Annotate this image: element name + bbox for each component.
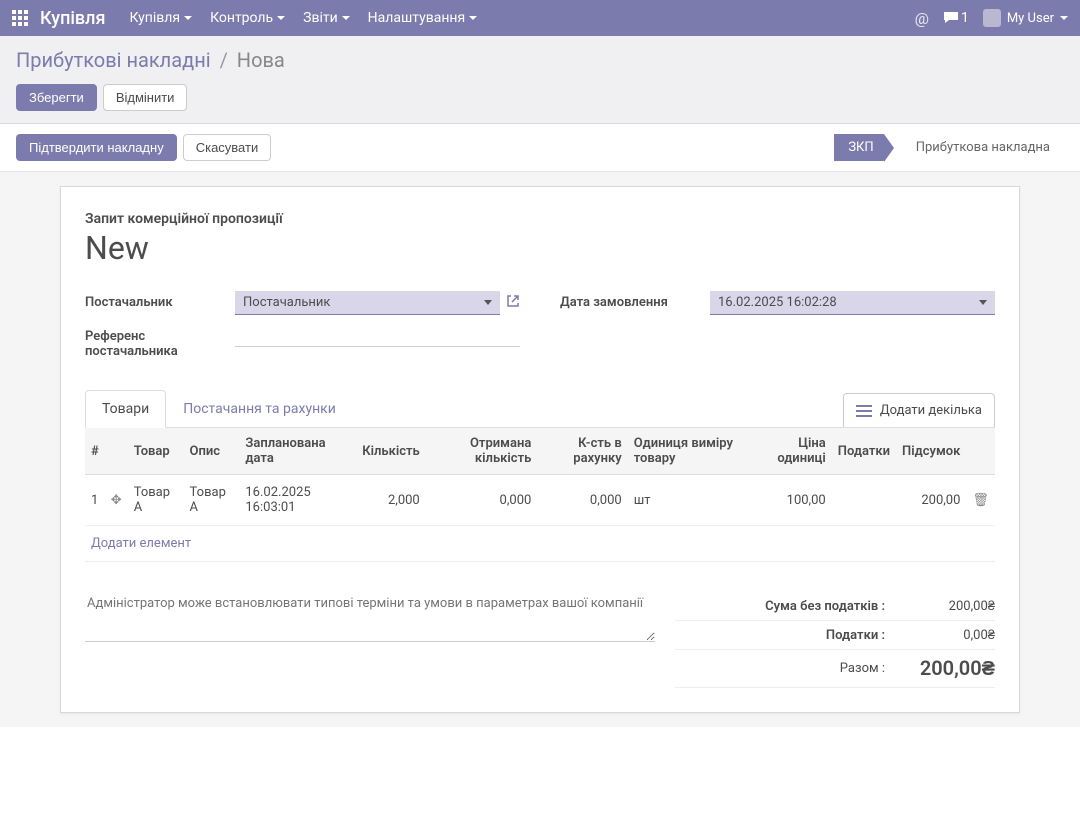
taxes-value: 0,00₴ — [905, 627, 995, 643]
add-line-link[interactable]: Додати елемент — [85, 526, 995, 562]
total-value: 200,00₴ — [905, 656, 995, 681]
control-panel: Прибуткові накладні / Нова Зберегти Відм… — [0, 36, 1080, 124]
label-vendor-ref: Референс постачальника — [85, 325, 225, 359]
cell-taxes[interactable] — [832, 475, 896, 526]
nav-item-settings[interactable]: Налаштування — [368, 10, 478, 26]
chat-count: 1 — [961, 10, 969, 26]
app-title: Купівля — [40, 8, 105, 29]
cancel-button[interactable]: Скасувати — [183, 134, 272, 161]
nav-item-control[interactable]: Контроль — [210, 10, 285, 26]
vendor-value: Постачальник — [243, 295, 330, 310]
nav-menu: Купівля Контроль Звіти Налаштування — [129, 10, 477, 26]
status-widget: ЗКП Прибуткова накладна — [834, 134, 1064, 161]
vendor-ref-input[interactable] — [235, 325, 520, 347]
chevron-down-icon — [277, 16, 285, 20]
main-navbar: Купівля Купівля Контроль Звіти Налаштува… — [0, 0, 1080, 36]
col-received: Отримана кількість — [426, 428, 538, 475]
breadcrumb-separator: / — [220, 48, 228, 72]
status-rfq[interactable]: ЗКП — [834, 134, 883, 161]
at-icon[interactable]: @ — [915, 9, 929, 28]
order-date-input[interactable]: 16.02.2025 16:02:28 — [710, 291, 995, 315]
notes-textarea[interactable] — [85, 592, 655, 642]
speech-bubble-icon — [943, 11, 959, 25]
status-invoice[interactable]: Прибуткова накладна — [902, 134, 1064, 161]
untaxed-label: Сума без податків : — [765, 599, 905, 614]
tabs: Товари Постачання та рахунки Додати декі… — [85, 389, 995, 428]
sheet-subtitle: Запит комерційної пропозиції — [85, 211, 995, 227]
confirm-button[interactable]: Підтвердити накладну — [16, 134, 177, 161]
chevron-down-icon — [1060, 16, 1068, 20]
list-icon — [856, 405, 872, 417]
col-handle — [105, 428, 128, 475]
chevron-down-icon — [184, 16, 192, 20]
cell-desc[interactable]: Товар А — [184, 475, 240, 526]
apps-icon[interactable] — [12, 10, 28, 26]
nav-item-purchase[interactable]: Купівля — [129, 10, 192, 26]
cell-qty[interactable]: 2,000 — [356, 475, 426, 526]
col-seq: # — [85, 428, 105, 475]
total-label: Разом : — [840, 661, 905, 676]
cell-product[interactable]: Товар А — [128, 475, 184, 526]
cell-planned[interactable]: 16.02.2025 16:03:01 — [239, 475, 356, 526]
add-multiple-label: Додати декілька — [880, 403, 982, 418]
tab-delivery[interactable]: Постачання та рахунки — [166, 390, 353, 428]
col-qty: Кількість — [356, 428, 426, 475]
vendor-select[interactable]: Постачальник — [235, 291, 500, 315]
breadcrumb-current: Нова — [237, 48, 285, 72]
avatar — [983, 9, 1001, 27]
cell-seq: 1 — [85, 475, 105, 526]
trash-icon[interactable]: 🗑 — [972, 493, 989, 508]
col-planned: Запланована дата — [239, 428, 356, 475]
chevron-down-icon — [979, 300, 987, 305]
chevron-down-icon — [342, 16, 350, 20]
chevron-down-icon — [469, 16, 477, 20]
statusbar: Підтвердити накладну Скасувати ЗКП Прибу… — [0, 124, 1080, 172]
cell-received: 0,000 — [426, 475, 538, 526]
tab-products[interactable]: Товари — [85, 390, 166, 428]
breadcrumb: Прибуткові накладні / Нова — [16, 48, 1064, 72]
label-vendor: Постачальник — [85, 291, 225, 310]
order-date-value: 16.02.2025 16:02:28 — [718, 295, 837, 310]
taxes-label: Податки : — [826, 628, 905, 643]
chat-icon[interactable]: 1 — [943, 10, 969, 26]
order-lines-table: # Товар Опис Запланована дата Кількість … — [85, 428, 995, 562]
col-uom: Одиниця виміру товару — [628, 428, 752, 475]
totals: Сума без податків : 200,00₴ Податки : 0,… — [675, 592, 995, 688]
cell-uom[interactable]: шт — [628, 475, 752, 526]
cell-subtotal: 200,00 — [896, 475, 966, 526]
user-menu[interactable]: My User — [983, 9, 1068, 27]
form-sheet: Запит комерційної пропозиції New Постача… — [60, 186, 1020, 713]
col-subtotal: Підсумок — [896, 428, 966, 475]
sheet-title: New — [85, 229, 995, 267]
col-delete — [966, 428, 995, 475]
cell-billed: 0,000 — [537, 475, 627, 526]
col-desc: Опис — [184, 428, 240, 475]
add-multiple-button[interactable]: Додати декілька — [843, 393, 995, 427]
table-row[interactable]: 1 ✥ Товар А Товар А 16.02.2025 16:03:01 … — [85, 475, 995, 526]
move-handle-icon[interactable]: ✥ — [111, 493, 122, 508]
chevron-down-icon — [484, 300, 492, 305]
untaxed-value: 200,00₴ — [905, 598, 995, 614]
col-billed: К-сть в рахунку — [537, 428, 627, 475]
breadcrumb-parent[interactable]: Прибуткові накладні — [16, 48, 211, 72]
col-product: Товар — [128, 428, 184, 475]
external-link-icon[interactable] — [506, 294, 520, 312]
col-taxes: Податки — [832, 428, 896, 475]
col-price: Ціна одиниці — [752, 428, 832, 475]
nav-item-reports[interactable]: Звіти — [303, 10, 350, 26]
discard-button[interactable]: Відмінити — [103, 84, 188, 111]
save-button[interactable]: Зберегти — [16, 84, 97, 111]
cell-price[interactable]: 100,00 — [752, 475, 832, 526]
label-order-date: Дата замовлення — [560, 291, 700, 310]
user-name: My User — [1007, 11, 1054, 26]
